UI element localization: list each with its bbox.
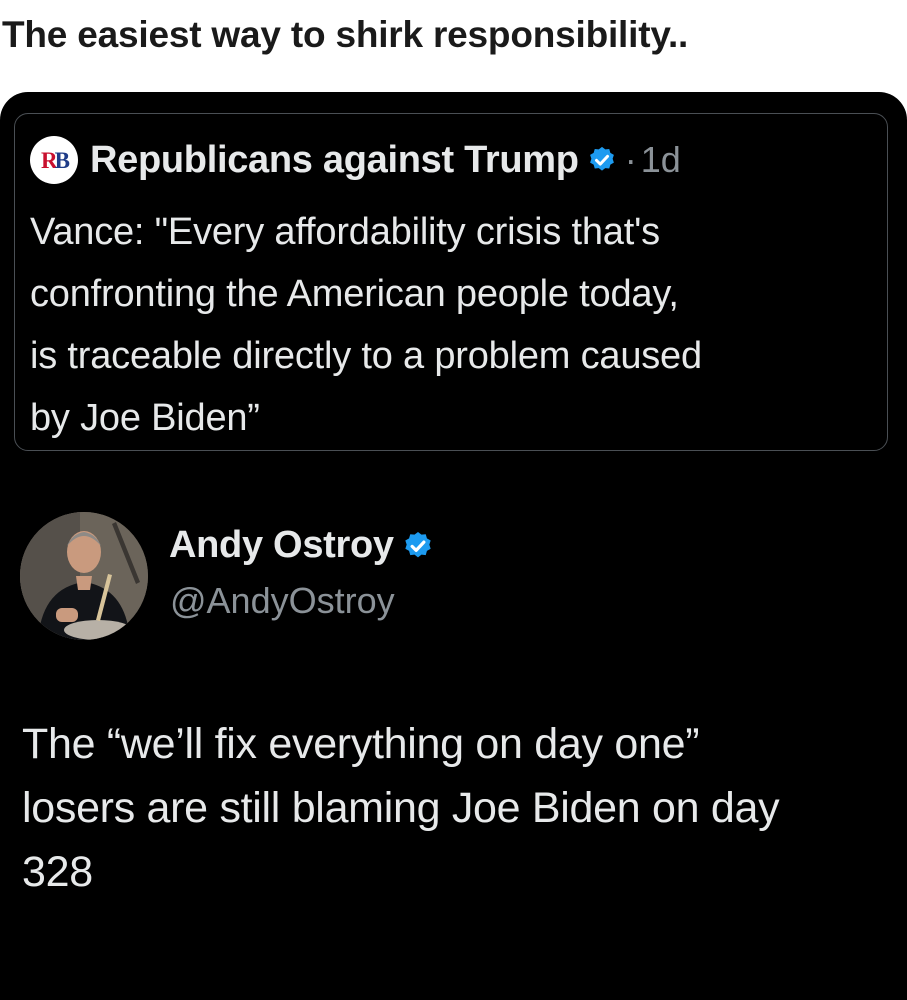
verified-badge-icon	[402, 530, 434, 562]
separator-dot: ·	[624, 139, 637, 180]
post-caption: The easiest way to shirk responsibility.…	[2, 14, 689, 55]
tweet-author-name[interactable]: Andy Ostroy	[169, 524, 394, 567]
avatar-letter-b: B	[54, 147, 70, 173]
quoted-author-avatar[interactable]: RB	[30, 136, 78, 184]
verified-badge-icon	[587, 145, 617, 175]
quoted-author-name[interactable]: Republicans against Trump	[90, 139, 579, 182]
quoted-text-line: by Joe Biden”	[30, 397, 260, 439]
quoted-text-line: Vance: "Every affordability crisis that'…	[30, 211, 660, 253]
quoted-tweet-header: RB Republicans against Trump · 1d	[30, 134, 681, 186]
quoted-tweet-text: Vance: "Every affordability crisis that'…	[30, 201, 880, 449]
tweet-author-handle[interactable]: @AndyOstroy	[170, 580, 395, 622]
tweet-text: The “we’ll fix everything on day one” lo…	[22, 712, 892, 904]
quoted-tweet-time[interactable]: 1d	[641, 139, 681, 181]
tweet-text-line: losers are still blaming Joe Biden on da…	[22, 784, 780, 832]
avatar-letter-r: R	[41, 147, 58, 173]
tweet-text-line: The “we’ll fix everything on day one”	[22, 720, 700, 768]
quoted-text-line: confronting the American people today,	[30, 273, 679, 315]
tweet-text-line: 328	[22, 848, 93, 896]
author-avatar[interactable]	[20, 512, 148, 640]
quoted-text-line: is traceable directly to a problem cause…	[30, 335, 702, 377]
tweet-author-row: Andy Ostroy	[169, 524, 434, 567]
